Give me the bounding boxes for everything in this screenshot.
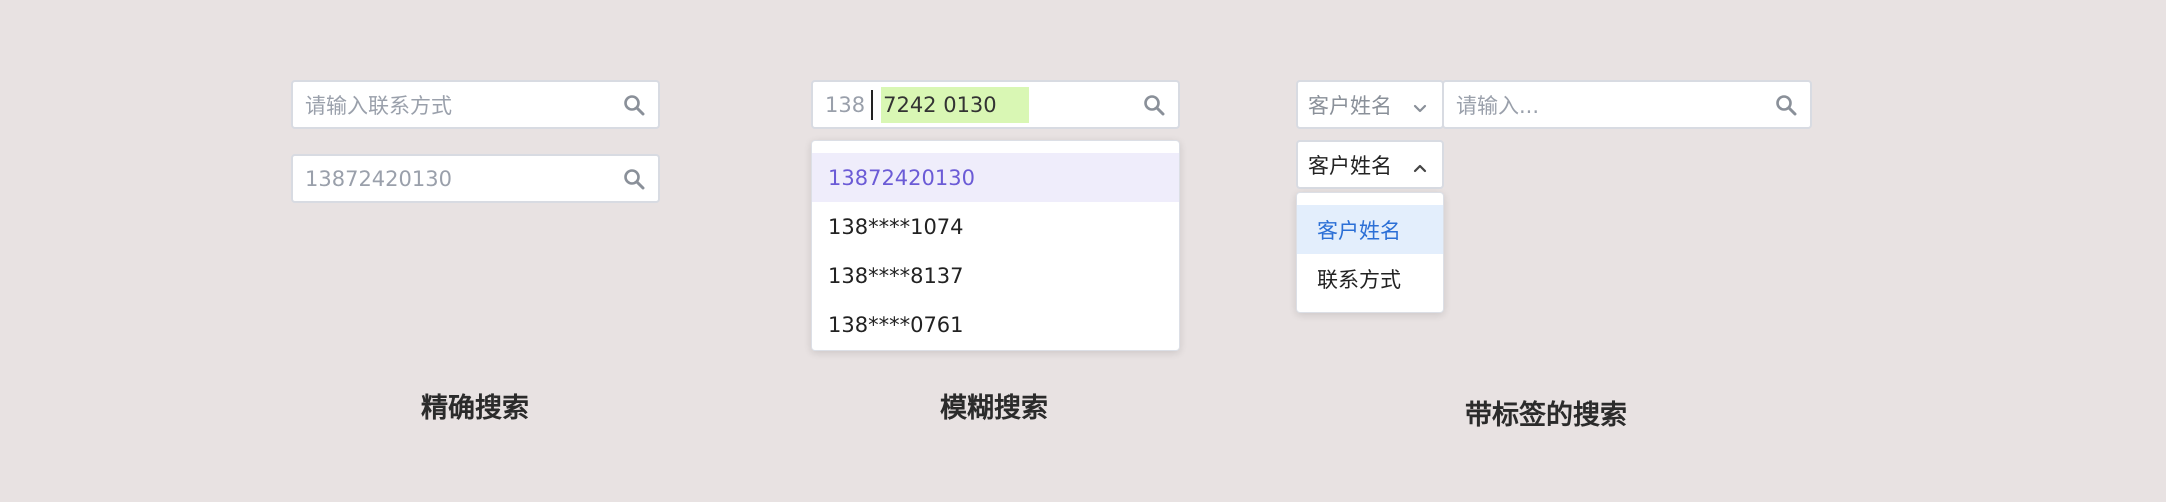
exact-search-input[interactable]: 请输入联系方式 (291, 80, 660, 129)
suggestion-option[interactable]: 13872420130 (812, 153, 1179, 202)
chevron-down-icon (1412, 97, 1428, 113)
search-icon[interactable] (622, 167, 646, 191)
fuzzy-typed-text: 138 (825, 92, 866, 117)
tag-select-open-label: 客户姓名 (1308, 153, 1392, 178)
fuzzy-search-input[interactable]: 138 7242 0130 (811, 80, 1180, 129)
tag-option[interactable]: 联系方式 (1297, 254, 1443, 303)
search-icon[interactable] (1142, 93, 1166, 117)
exact-search-placeholder: 请输入联系方式 (305, 93, 452, 118)
text-cursor (871, 89, 874, 120)
suggestion-option[interactable]: 138****0761 (812, 300, 1179, 349)
exact-search-input-filled[interactable]: 13872420130 (291, 154, 660, 203)
tag-option[interactable]: 客户姓名 (1297, 205, 1443, 254)
search-icon[interactable] (622, 93, 646, 117)
tagged-search-input[interactable]: 请输入... (1442, 80, 1812, 129)
tag-select[interactable]: 客户姓名 (1296, 80, 1444, 129)
tagged-search-placeholder: 请输入... (1456, 93, 1540, 118)
tag-select-open[interactable]: 客户姓名 (1296, 140, 1444, 189)
fuzzy-matched-text: 7242 0130 (881, 86, 1029, 123)
search-icon[interactable] (1774, 93, 1798, 117)
suggestion-option[interactable]: 138****1074 (812, 202, 1179, 251)
suggestion-option[interactable]: 138****8137 (812, 251, 1179, 300)
fuzzy-suggestion-dropdown: 13872420130 138****1074 138****8137 138*… (811, 140, 1180, 351)
chevron-up-icon (1412, 157, 1428, 173)
tag-select-label: 客户姓名 (1308, 93, 1392, 118)
fuzzy-search-caption: 模糊搜索 (940, 393, 1048, 424)
canvas: { "exact": { "placeholder": "请输入联系方式", "… (0, 0, 2166, 502)
exact-search-value: 13872420130 (305, 166, 452, 191)
tag-options-dropdown: 客户姓名 联系方式 (1296, 192, 1444, 313)
tagged-search-caption: 带标签的搜索 (1465, 400, 1627, 431)
exact-search-caption: 精确搜索 (421, 393, 529, 424)
